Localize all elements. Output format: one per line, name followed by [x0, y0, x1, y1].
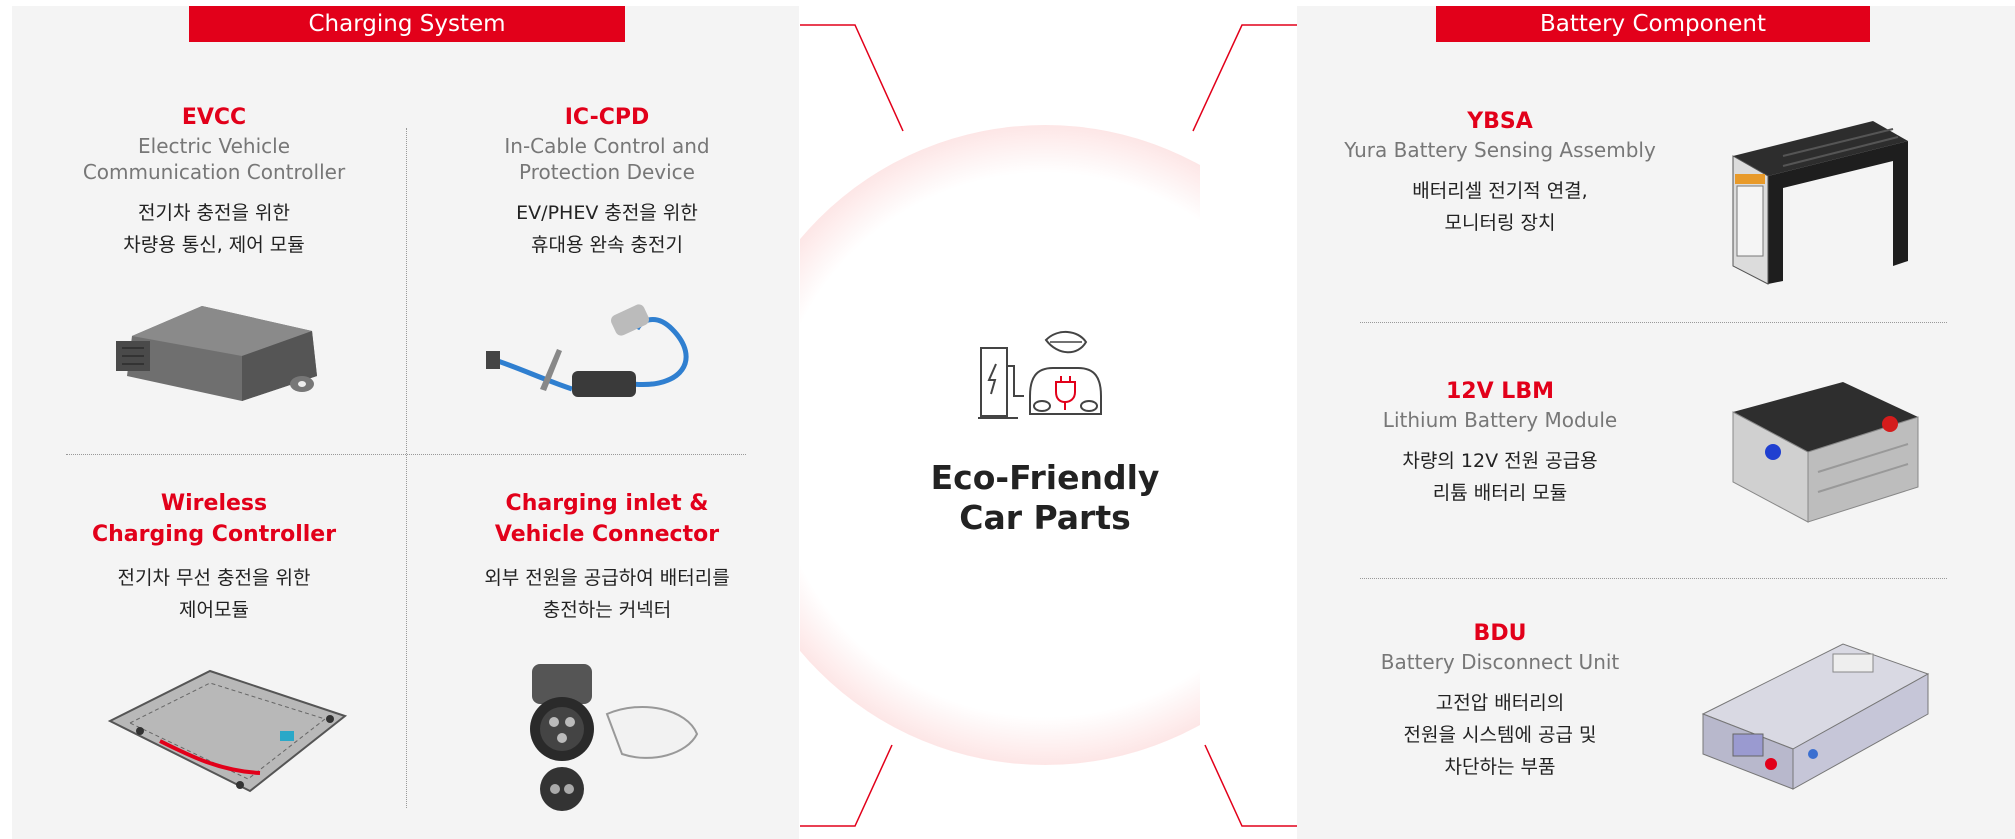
product-wireless-charging-controller: Wireless Charging Controller 전기차 무선 충전을 …: [54, 488, 374, 626]
product-bdu: BDU Battery Disconnect Unit 고전압 배터리의 전원을…: [1340, 618, 1660, 783]
disconnect-unit-icon: [1701, 643, 1930, 790]
product-desc-line2: 전원을 시스템에 공급 및: [1403, 724, 1597, 746]
product-desc-line2: 제어모듈: [179, 599, 249, 621]
battery-component-panel: Battery Component YBSA Yura Battery Sens…: [1297, 6, 2015, 839]
product-subtitle-line2: Protection Device: [519, 160, 695, 184]
vertical-divider: [406, 128, 407, 808]
product-subtitle: Battery Disconnect Unit: [1380, 650, 1620, 674]
product-name: YBSA: [1467, 109, 1533, 134]
product-evcc: EVCC Electric Vehicle Communication Cont…: [54, 102, 374, 261]
circuit-board-icon: [107, 669, 348, 793]
center-decoration-right: [1192, 24, 1297, 827]
horizontal-divider: [66, 454, 746, 455]
product-subtitle: Yura Battery Sensing Assembly: [1344, 138, 1656, 162]
product-desc-line1: 배터리셀 전기적 연결,: [1412, 180, 1588, 202]
eco-car-charging-icon: [978, 331, 1102, 419]
product-ybsa: YBSA Yura Battery Sensing Assembly 배터리셀 …: [1340, 106, 1660, 239]
product-name-line2: Charging Controller: [91, 522, 337, 547]
product-name: 12V LBM: [1446, 379, 1554, 404]
product-12v-lbm: 12V LBM Lithium Battery Module 차량의 12V 전…: [1340, 376, 1660, 509]
control-module-icon: [116, 306, 317, 401]
center-title-line2: Car Parts: [959, 498, 1131, 537]
product-desc-line1: 전기차 무선 충전을 위한: [117, 567, 311, 589]
product-subtitle: Lithium Battery Module: [1382, 408, 1618, 432]
product-desc-line2: 충전하는 커넥터: [542, 599, 672, 621]
product-desc-line2: 휴대용 완속 충전기: [531, 234, 683, 256]
product-desc-line1: 외부 전원을 공급하여 배터리를: [484, 567, 730, 589]
center-title-line1: Eco-Friendly: [930, 458, 1160, 497]
product-desc-line2: 리튬 배터리 모듈: [1432, 482, 1568, 504]
product-ic-cpd: IC-CPD In-Cable Control and Protection D…: [432, 102, 782, 261]
product-desc-line1: EV/PHEV 충전을 위한: [516, 202, 698, 224]
product-subtitle-line1: In-Cable Control and: [504, 134, 710, 158]
product-name-line1: Charging inlet &: [505, 491, 709, 516]
product-name-line1: Wireless: [160, 491, 268, 516]
product-name: EVCC: [181, 105, 247, 130]
charging-system-panel: Charging System EVCC Electric Vehicle Co…: [12, 6, 799, 839]
product-desc-line2: 모니터링 장치: [1444, 212, 1556, 234]
charging-system-banner: Charging System: [189, 6, 625, 42]
product-desc-line3: 차단하는 부품: [1444, 756, 1556, 778]
row-divider: [1360, 578, 1947, 579]
row-divider: [1360, 322, 1947, 323]
product-desc-line1: 고전압 배터리의: [1435, 692, 1565, 714]
product-desc-line2: 차량용 통신, 제어 모듈: [123, 234, 305, 256]
product-subtitle-line2: Communication Controller: [82, 160, 346, 184]
battery-module-icon: [1732, 382, 1919, 523]
product-name: IC-CPD: [564, 105, 650, 130]
sensing-assembly-icon: [1732, 121, 1908, 285]
product-charging-inlet: Charging inlet & Vehicle Connector 외부 전원…: [432, 488, 782, 626]
product-desc-line1: 전기차 충전을 위한: [138, 202, 290, 224]
product-name: BDU: [1473, 621, 1527, 646]
product-desc-line1: 차량의 12V 전원 공급용: [1402, 450, 1598, 472]
product-name-line2: Vehicle Connector: [494, 522, 720, 547]
charging-cable-icon: [486, 304, 689, 397]
charge-connector-icon: [530, 664, 699, 811]
center-title: Eco-Friendly Car Parts: [900, 458, 1190, 538]
product-subtitle-line1: Electric Vehicle: [138, 134, 290, 158]
battery-component-banner: Battery Component: [1436, 6, 1870, 42]
